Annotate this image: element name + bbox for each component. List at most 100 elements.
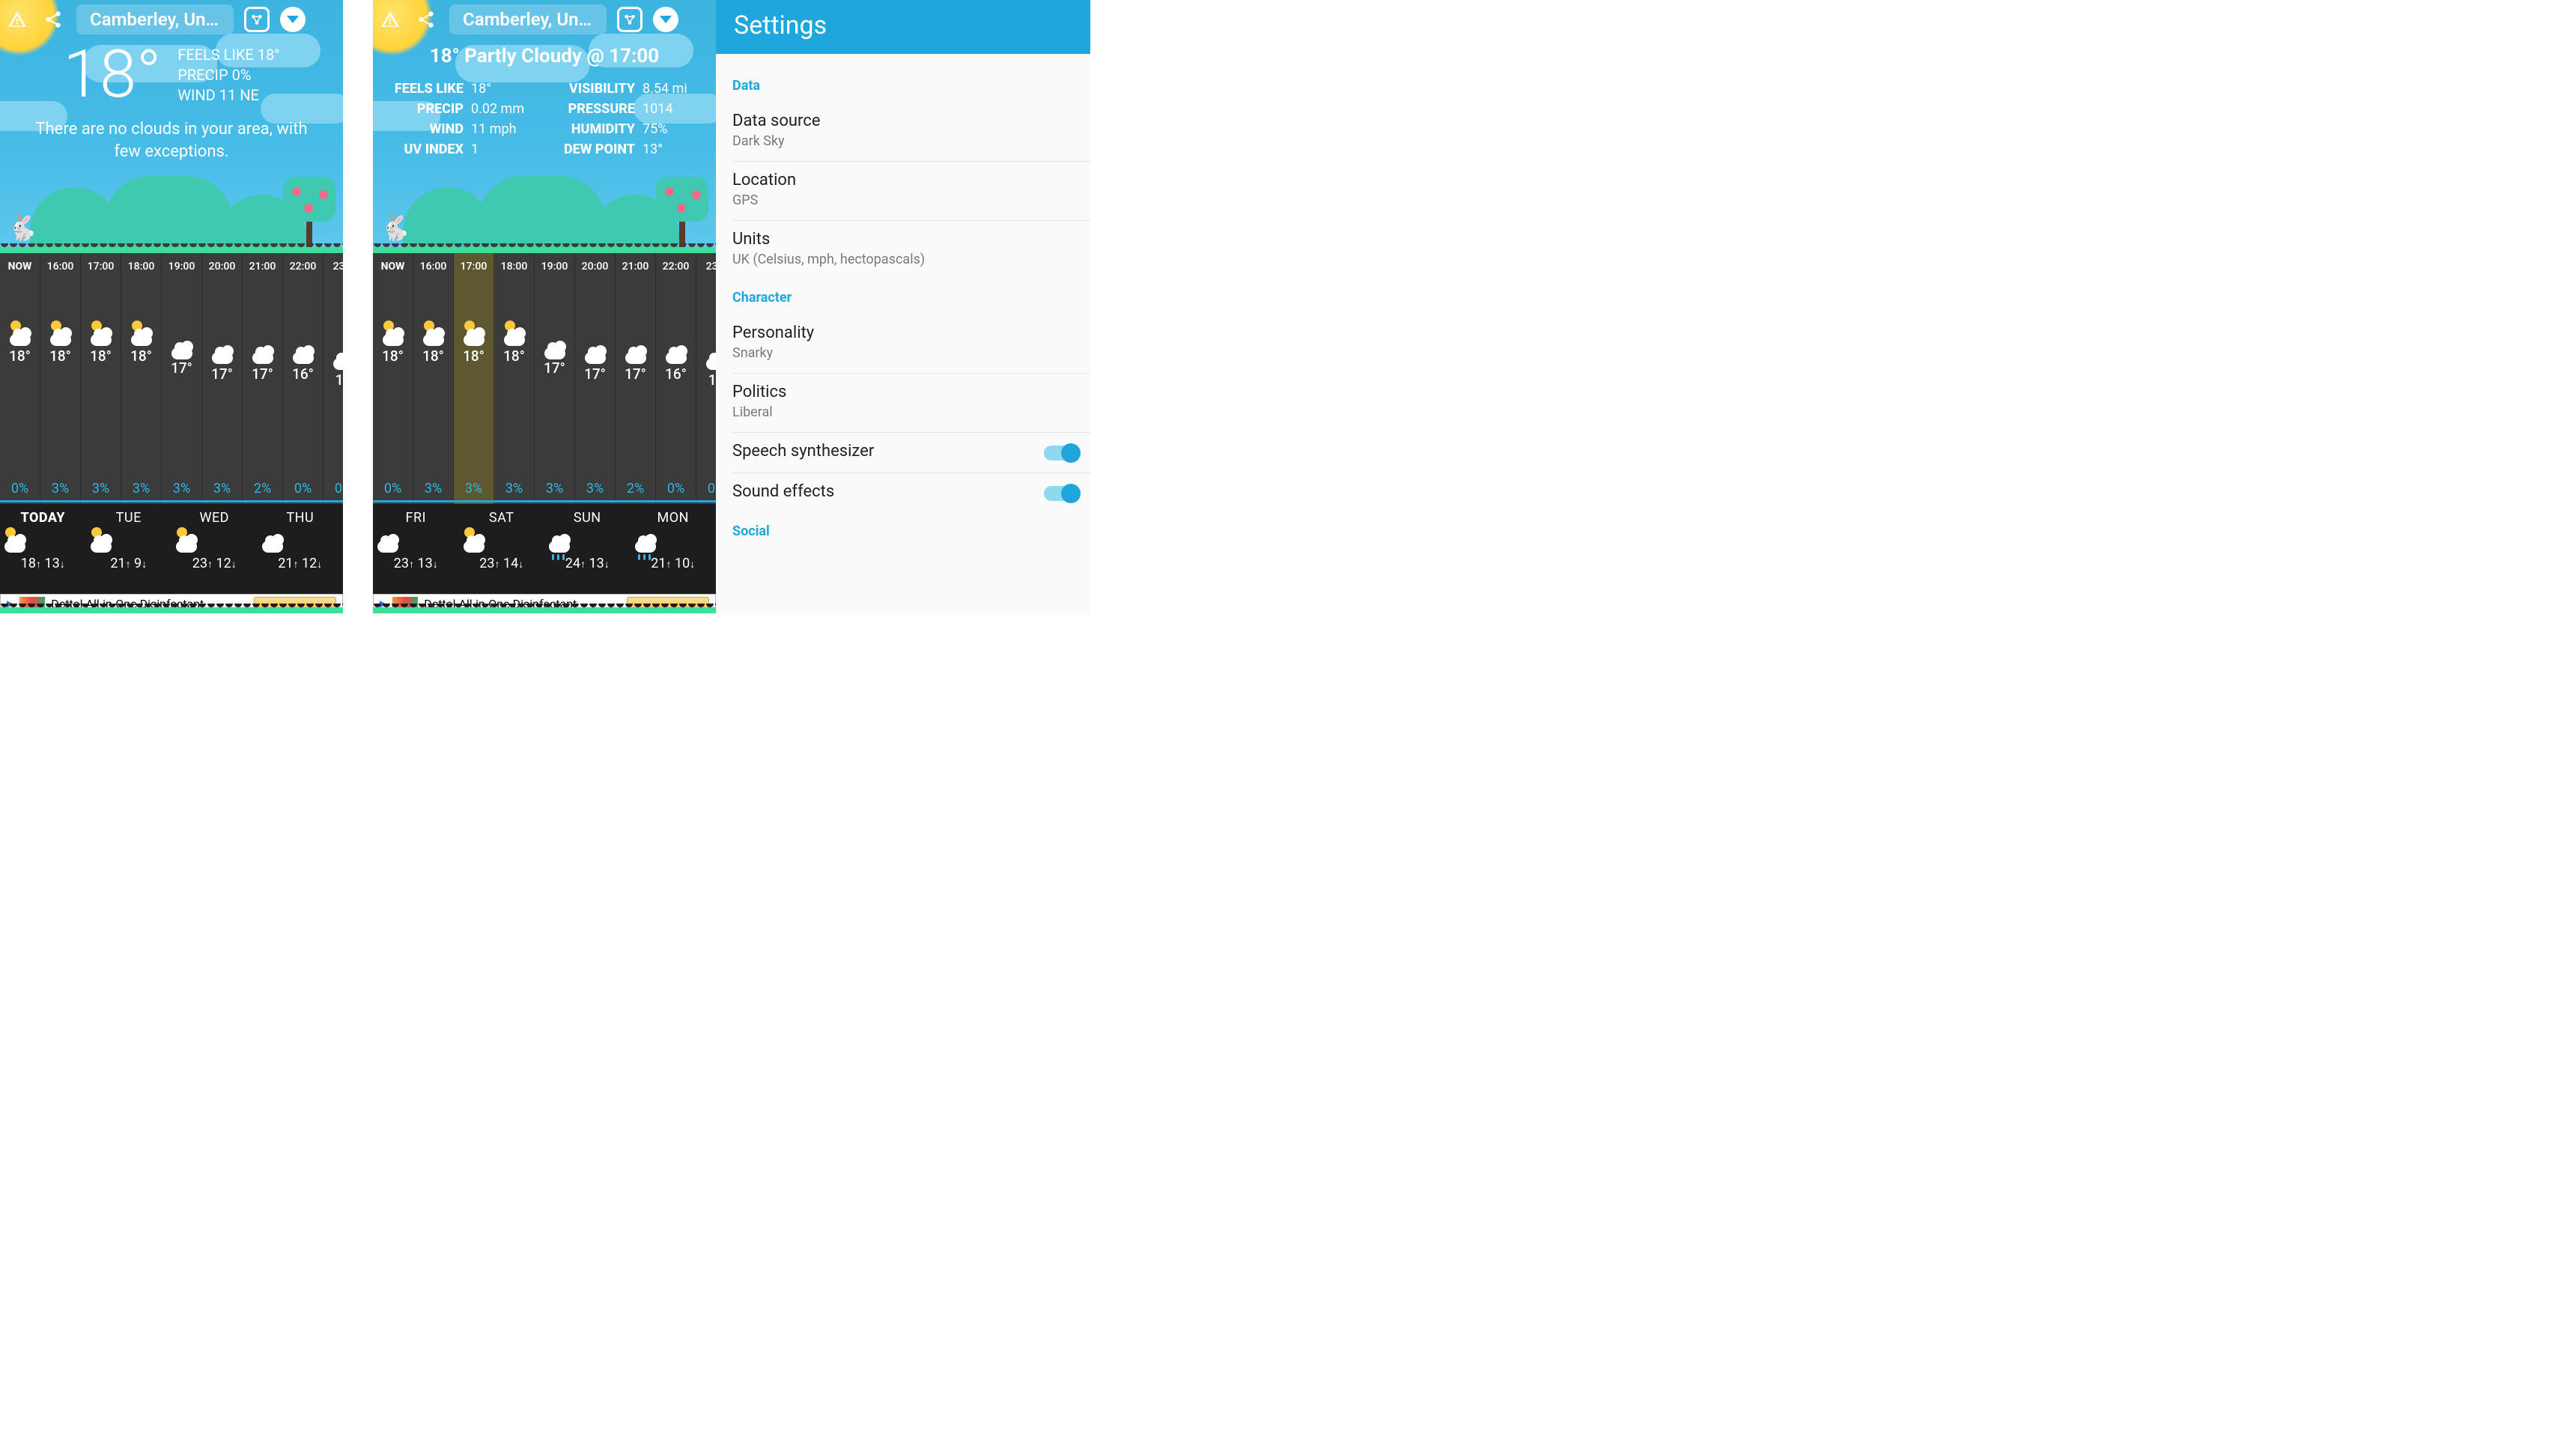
cloud-icon [580, 341, 610, 364]
day-column[interactable]: MON21 10 [631, 504, 717, 594]
hour-column[interactable]: 21:0017°2% [616, 253, 656, 504]
sunny-icon [459, 530, 489, 553]
weather-screen-main: 🐇 Camberley, United… 18° [0, 0, 343, 613]
stat-row: PRESSURE1014 [559, 101, 701, 117]
hour-column[interactable]: 23:0160% [696, 253, 716, 504]
setting-politics[interactable]: Politics Liberal [732, 374, 1090, 433]
hour-column[interactable]: 17:0018°3% [81, 253, 121, 504]
stat-value: 1 [471, 142, 529, 157]
settings-title: Settings [716, 0, 1090, 54]
day-column[interactable]: THU21 12 [258, 504, 344, 594]
sunny-icon [171, 530, 201, 553]
daily-forecast[interactable]: FRI23 13SAT23 14SUN24 13MON21 10 [373, 504, 716, 594]
hour-temp: 16° [283, 365, 323, 383]
setting-speech-synth[interactable]: Speech synthesizer [732, 433, 1090, 473]
hour-temp: 18° [373, 347, 413, 365]
hourly-forecast[interactable]: NOW18°0%16:0018°3%17:0018°3%18:0018°3%19… [0, 253, 343, 504]
grass-divider [0, 247, 343, 253]
stat-label: DEW POINT [559, 142, 635, 157]
cloud-icon [621, 341, 651, 364]
setting-units[interactable]: Units UK (Celsius, mph, hectopascals) [732, 221, 1090, 279]
hour-column[interactable]: 19:00 17° 3% [162, 253, 202, 504]
hour-column[interactable]: 19:0017°3% [535, 253, 575, 504]
radar-button[interactable] [617, 7, 643, 32]
cloud-icon [661, 341, 691, 364]
day-column[interactable]: SAT23 14 [459, 504, 545, 594]
hour-column[interactable]: 22:00 16° 0% [283, 253, 323, 504]
hour-temp: 18° [121, 347, 161, 365]
radar-button[interactable] [244, 7, 270, 32]
hour-label: 20:00 [575, 261, 615, 273]
sky-scene: 🐇 Camberley, United… 18° [0, 0, 343, 247]
setting-location[interactable]: Location GPS [732, 162, 1090, 221]
hour-temp: 18° [0, 347, 40, 365]
hour-column[interactable]: NOW18°0% [0, 253, 40, 504]
cloud-icon [167, 337, 197, 359]
cloud-icon [373, 530, 403, 553]
location-chip[interactable]: Camberley, United… [76, 4, 234, 34]
hourly-forecast[interactable]: NOW18°0%16:0018°3%17:0018°3%18:0018°3%19… [373, 253, 716, 504]
precip-line: PRECIP 0% [177, 65, 279, 85]
character-bunny[interactable]: 🐇 [6, 213, 37, 243]
hour-column[interactable]: 22:0016°0% [656, 253, 696, 504]
share-icon[interactable] [413, 7, 439, 32]
dropdown-button[interactable] [280, 7, 306, 32]
weather-message: There are no clouds in your area, with f… [13, 118, 329, 162]
hour-precip: 3% [121, 481, 161, 496]
cloud-icon [288, 341, 318, 364]
alert-icon[interactable] [377, 7, 403, 32]
day-column[interactable]: SUN24 13 [544, 504, 631, 594]
setting-data-source[interactable]: Data source Dark Sky [732, 103, 1090, 162]
hour-column[interactable]: 23:0160% [323, 253, 343, 504]
hour-label: 22:00 [283, 261, 323, 273]
day-hilo: 23 12 [171, 556, 258, 571]
hour-temp: 16° [656, 365, 696, 383]
hour-label: 19:00 [162, 261, 201, 273]
hour-column[interactable]: 20:00 17° 3% [575, 253, 616, 504]
stat-row: DEW POINT13° [559, 142, 701, 157]
toggle-on-icon[interactable] [1044, 446, 1078, 461]
hour-precip: 3% [575, 481, 615, 496]
rain-icon [544, 530, 574, 553]
cloud-icon [329, 347, 344, 370]
ground-scene: 🐇 [0, 180, 343, 247]
day-column[interactable]: TUE21 9 [86, 504, 172, 594]
stat-label: PRECIP [388, 101, 464, 117]
hour-precip: 3% [162, 481, 201, 496]
day-label: TUE [86, 510, 172, 526]
toggle-on-icon[interactable] [1044, 486, 1078, 501]
hour-temp: 17° [162, 359, 201, 377]
cloud-icon [248, 341, 278, 364]
day-column[interactable]: TODAY18 13 [0, 504, 86, 594]
hour-column[interactable]: 16:0018°3% [413, 253, 454, 504]
hour-label: 19:00 [535, 261, 574, 273]
alert-icon[interactable] [4, 7, 30, 32]
hour-column[interactable]: 16:0018°3% [40, 253, 81, 504]
day-column[interactable]: FRI23 13 [373, 504, 459, 594]
location-chip[interactable]: Camberley, United… [449, 4, 607, 34]
day-label: MON [631, 510, 717, 526]
character-bunny[interactable]: 🐇 [379, 213, 410, 243]
hour-temp: 17° [575, 365, 615, 383]
hour-column[interactable]: 21:0017°2% [243, 253, 283, 504]
hour-temp: 18° [413, 347, 453, 365]
hour-column[interactable]: 18:0018°3% [494, 253, 535, 504]
hour-precip: 0% [283, 481, 323, 496]
sunny-icon [86, 530, 116, 553]
share-icon[interactable] [40, 7, 66, 32]
hour-column[interactable]: 18:00 18° 3% [121, 253, 162, 504]
hour-column[interactable]: 20:0017°3% [202, 253, 243, 504]
setting-personality[interactable]: Personality Snarky [732, 315, 1090, 374]
setting-sound-effects[interactable]: Sound effects [732, 473, 1090, 513]
daily-forecast[interactable]: TODAY18 13TUE21 9WED23 12THU21 12 [0, 504, 343, 594]
hour-column[interactable]: NOW18°0% [373, 253, 413, 504]
dropdown-button[interactable] [653, 7, 678, 32]
hour-precip: 2% [616, 481, 655, 496]
day-column[interactable]: WED23 12 [171, 504, 258, 594]
tree-icon [283, 177, 335, 247]
hour-temp: 18° [454, 347, 493, 365]
hour-column[interactable]: 17:0018°3% [454, 253, 494, 504]
stat-label: HUMIDITY [559, 121, 635, 137]
hour-temp: 17° [202, 365, 242, 383]
hour-label: 18:00 [121, 261, 161, 273]
